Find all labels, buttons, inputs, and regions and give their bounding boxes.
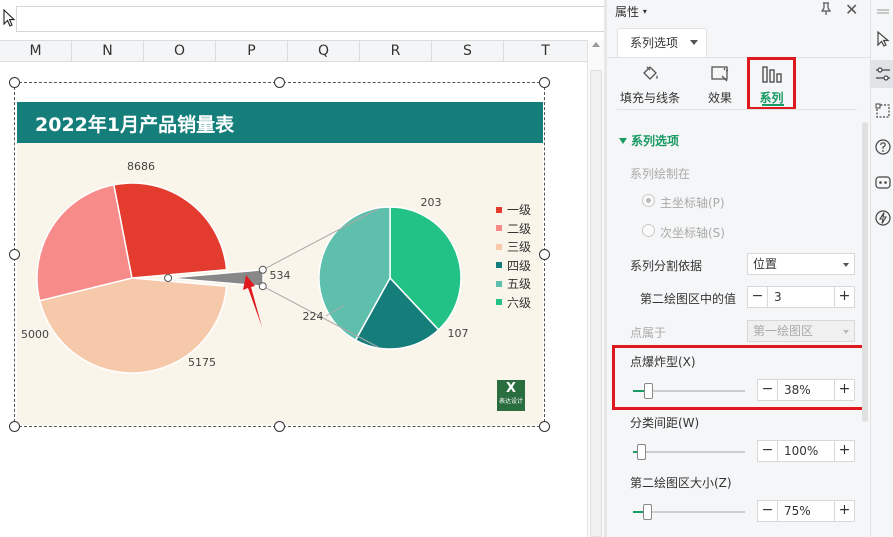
resize-handle-top-left[interactable] bbox=[9, 77, 20, 88]
tab-row-divider bbox=[607, 57, 870, 58]
properties-panel: 属性 ▾ ✕ 系列选项 填充与线条 效果 系列 系列选项 系列绘制在 主坐标轴(… bbox=[607, 0, 870, 537]
point-explosion-label: 点爆炸型(X) bbox=[630, 355, 696, 369]
fill-and-line-tab-label: 填充与线条 bbox=[619, 91, 680, 105]
effects-icon bbox=[710, 64, 730, 87]
dropdown-arrow-icon bbox=[843, 330, 849, 334]
section-title: 系列选项 bbox=[631, 134, 680, 148]
panel-header: 属性 ▾ ✕ bbox=[607, 0, 870, 22]
robot-assistant-icon[interactable] bbox=[874, 173, 892, 191]
increment-button[interactable]: + bbox=[834, 441, 854, 461]
resize-handle-bottom-right[interactable] bbox=[539, 421, 550, 432]
primary-axis-label: 主坐标轴(P) bbox=[660, 196, 725, 210]
second-plot-size-value[interactable]: 75% bbox=[784, 501, 811, 521]
scroll-up-arrow-icon[interactable] bbox=[592, 42, 600, 47]
split-series-by-label: 系列分割依据 bbox=[630, 259, 703, 273]
resize-handle-bottom[interactable] bbox=[274, 421, 285, 432]
point-belongs-to-value: 第一绘图区 bbox=[753, 324, 814, 338]
tab-series-options[interactable]: 系列选项 bbox=[617, 28, 707, 58]
toolbar-grip-icon bbox=[874, 4, 892, 22]
resize-handle-top[interactable] bbox=[274, 77, 285, 88]
primary-axis-radio[interactable] bbox=[642, 194, 655, 207]
decrement-button[interactable]: − bbox=[758, 441, 778, 461]
secondary-axis-label: 次坐标轴(S) bbox=[660, 226, 725, 240]
point-explosion-value[interactable]: 38% bbox=[784, 380, 811, 400]
select-pointer-icon[interactable] bbox=[874, 30, 892, 48]
dropdown-caret-icon[interactable]: ▾ bbox=[643, 7, 647, 16]
resize-handle-right[interactable] bbox=[539, 249, 550, 260]
secondary-axis-radio[interactable] bbox=[642, 224, 655, 237]
scrollbar-thumb[interactable] bbox=[590, 70, 602, 537]
gap-width-slider[interactable] bbox=[633, 444, 745, 460]
tab-series-options-label: 系列选项 bbox=[630, 36, 679, 50]
active-tab-indicator bbox=[762, 104, 784, 106]
panel-scrollbar[interactable] bbox=[862, 112, 868, 537]
pin-icon[interactable] bbox=[819, 2, 833, 20]
point-belongs-to-select[interactable]: 第一绘图区 bbox=[747, 320, 855, 342]
properties-settings-icon[interactable] bbox=[874, 65, 892, 83]
series-tab[interactable]: 系列 bbox=[747, 57, 796, 110]
point-explosion-slider[interactable] bbox=[633, 383, 745, 399]
values-in-second-plot-value[interactable]: 3 bbox=[774, 287, 782, 307]
app-window: M N O P Q R S T 2022年1月产品销量表 8686 5000 517… bbox=[0, 0, 893, 537]
section-header-series-options[interactable]: 系列选项 bbox=[619, 132, 679, 149]
split-series-by-value: 位置 bbox=[753, 257, 778, 271]
second-plot-size-stepper[interactable]: − 75% + bbox=[757, 500, 855, 522]
decrement-button[interactable]: − bbox=[758, 380, 778, 400]
gap-width-label: 分类间距(W) bbox=[630, 416, 700, 430]
panel-title[interactable]: 属性 ▾ bbox=[615, 3, 647, 20]
values-in-second-plot-stepper[interactable]: − 3 + bbox=[747, 286, 855, 308]
panel-scrollbar-thumb[interactable] bbox=[862, 122, 868, 422]
series-options-content: 系列选项 系列绘制在 主坐标轴(P) 次坐标轴(S) 系列分割依据 位置 第二绘… bbox=[607, 112, 870, 537]
point-explosion-stepper[interactable]: − 38% + bbox=[757, 379, 855, 401]
point-belongs-to-label: 点属于 bbox=[630, 326, 667, 340]
increment-button[interactable]: + bbox=[834, 287, 854, 307]
paint-bucket-icon bbox=[640, 64, 660, 87]
lightning-icon[interactable] bbox=[874, 209, 892, 227]
gap-width-stepper[interactable]: − 100% + bbox=[757, 440, 855, 462]
panel-title-text: 属性 bbox=[615, 5, 640, 19]
sheet-vertical-scrollbar[interactable] bbox=[587, 40, 604, 537]
slider-thumb[interactable] bbox=[637, 444, 646, 460]
collapse-triangle-icon[interactable] bbox=[619, 138, 627, 144]
increment-button[interactable]: + bbox=[834, 380, 854, 400]
resize-handle-bottom-left[interactable] bbox=[9, 421, 20, 432]
spreadsheet-area: M N O P Q R S T 2022年1月产品销量表 8686 5000 517… bbox=[0, 0, 604, 537]
decrement-button[interactable]: − bbox=[758, 501, 778, 521]
values-in-second-plot-label: 第二绘图区中的值 bbox=[640, 292, 737, 306]
plot-series-on-label: 系列绘制在 bbox=[630, 167, 691, 181]
help-icon[interactable] bbox=[874, 138, 892, 156]
decrement-button[interactable]: − bbox=[748, 287, 768, 307]
icon-tabs-divider bbox=[617, 109, 857, 110]
effects-tab-label: 效果 bbox=[707, 91, 732, 105]
second-plot-size-label: 第二绘图区大小(Z) bbox=[630, 476, 732, 490]
split-series-by-select[interactable]: 位置 bbox=[747, 253, 855, 275]
slider-thumb[interactable] bbox=[643, 504, 652, 520]
increment-button[interactable]: + bbox=[834, 501, 854, 521]
chart-selection-frame[interactable] bbox=[14, 82, 545, 427]
slider-thumb[interactable] bbox=[644, 383, 653, 399]
right-side-toolbar bbox=[870, 0, 893, 537]
effects-tab[interactable]: 效果 bbox=[703, 62, 737, 108]
chevron-down-icon[interactable] bbox=[689, 40, 698, 45]
close-icon[interactable]: ✕ bbox=[845, 0, 858, 19]
fill-and-line-tab[interactable]: 填充与线条 bbox=[617, 62, 683, 108]
dropdown-arrow-icon bbox=[843, 263, 849, 267]
bar-chart-icon bbox=[762, 65, 782, 86]
resize-handle-top-right[interactable] bbox=[539, 77, 550, 88]
layout-icon[interactable] bbox=[874, 102, 892, 120]
resize-handle-left[interactable] bbox=[9, 249, 20, 260]
gap-width-value[interactable]: 100% bbox=[784, 441, 818, 461]
second-plot-size-slider[interactable] bbox=[633, 504, 745, 520]
